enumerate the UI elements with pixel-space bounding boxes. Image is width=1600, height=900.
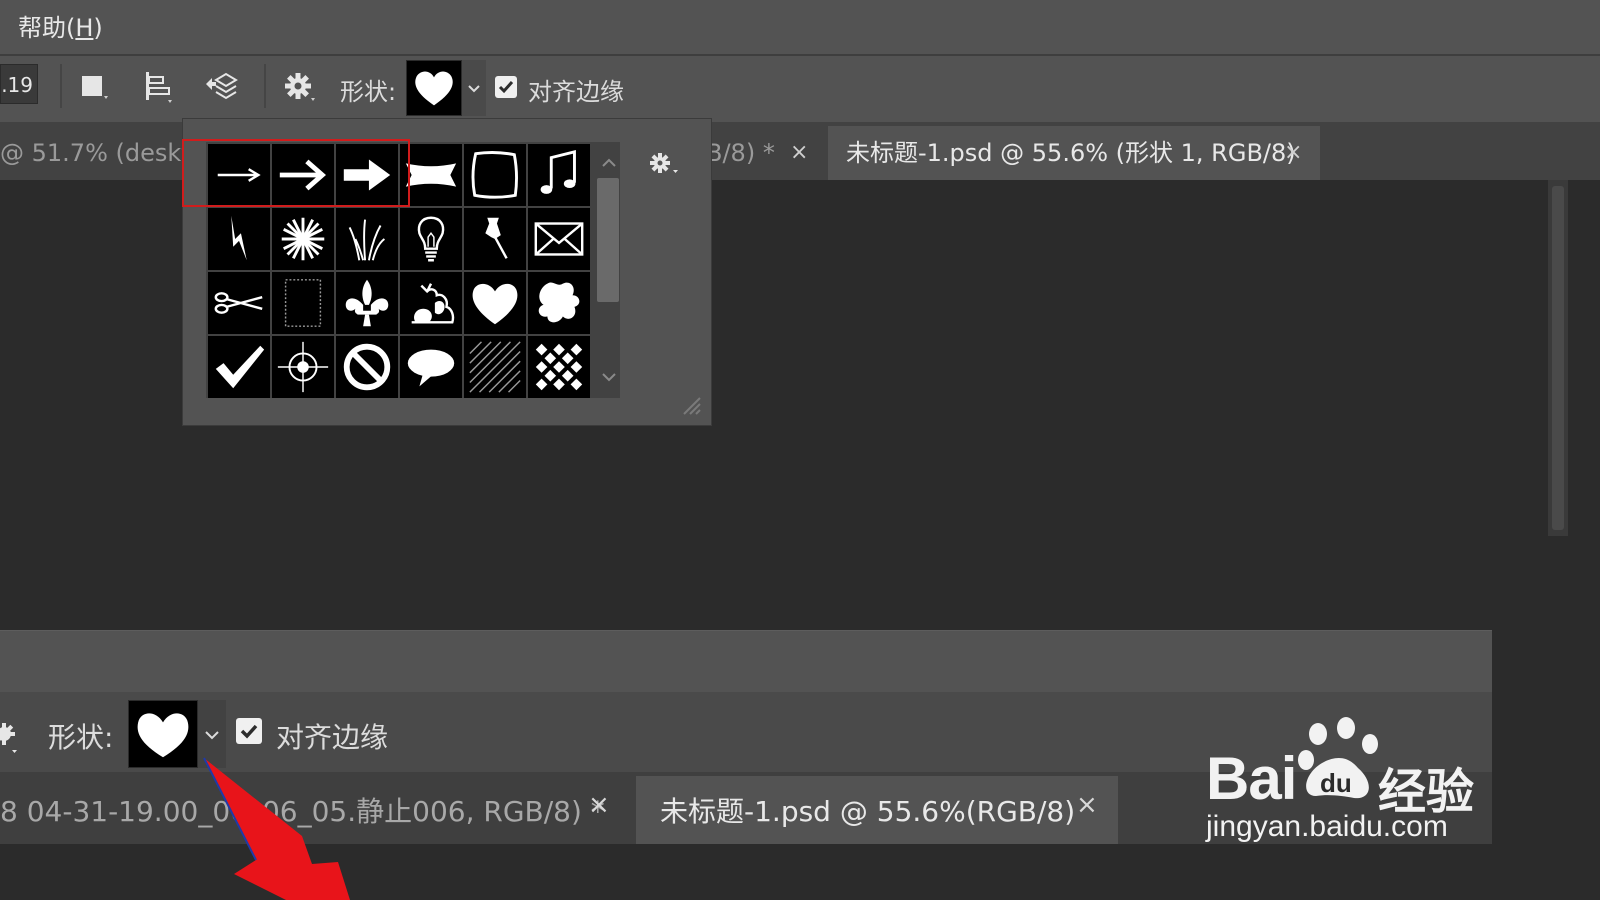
check-icon [240, 724, 258, 739]
shape-fleur-de-lis[interactable] [336, 272, 398, 334]
shape-dropdown-button[interactable] [462, 60, 486, 116]
lower-panel-header [0, 630, 1492, 693]
shape-grass[interactable] [336, 208, 398, 270]
watermark-url: jingyan.baidu.com [1206, 810, 1448, 843]
shape-frame[interactable] [464, 144, 526, 206]
baidu-paw-logo: du [1298, 717, 1378, 799]
shape-pushpin[interactable] [464, 208, 526, 270]
frame-icon [471, 151, 518, 199]
snail-icon [411, 283, 455, 324]
shape-light-bulb[interactable] [400, 208, 462, 270]
red-pointer-arrow-icon [203, 757, 350, 900]
tab-close-icon[interactable]: × [790, 126, 808, 180]
fleur-de-lis-icon [345, 279, 389, 327]
shape-starburst[interactable] [272, 208, 334, 270]
toolbar-divider [60, 64, 62, 108]
scrollbar-thumb[interactable] [1552, 186, 1564, 530]
shape-no-sign[interactable] [336, 336, 398, 398]
scissors-icon [214, 292, 263, 314]
shape-dotted-frame[interactable] [272, 272, 334, 334]
menu-bar [0, 0, 1600, 56]
pushpin-icon [485, 217, 508, 259]
starburst-icon [281, 217, 325, 261]
puzzle-blob-icon [538, 282, 580, 323]
shape-checkerboard[interactable] [528, 336, 590, 398]
grass-icon [348, 219, 386, 261]
checkmark-icon [215, 345, 265, 389]
path-alignment-icon[interactable] [138, 66, 178, 106]
shape-puzzle-blob[interactable] [528, 272, 590, 334]
resize-grip-icon[interactable] [678, 392, 702, 416]
shape-speech-bubble[interactable] [400, 336, 462, 398]
toolbar-divider [264, 64, 266, 108]
shape-diagonal-lines[interactable] [464, 336, 526, 398]
menu-help[interactable]: 帮助(H) [18, 8, 103, 43]
path-arrangement-icon[interactable] [202, 66, 242, 106]
picker-settings-gear-icon[interactable] [647, 148, 681, 178]
banner-icon [405, 163, 457, 187]
shape-label: 形状: [340, 78, 397, 106]
shape-crosshair-target[interactable] [272, 336, 334, 398]
lower-shape-preview[interactable] [128, 700, 198, 768]
light-bulb-icon [417, 216, 445, 262]
path-operations-icon[interactable] [74, 66, 114, 106]
shape-checkmark[interactable] [208, 336, 270, 398]
shape-music-note[interactable] [528, 144, 590, 206]
shape-scissors[interactable] [208, 272, 270, 334]
tab-desktop[interactable]: @ 51.7% (desktop [0, 126, 221, 180]
dotted-frame-icon [284, 279, 322, 327]
chevron-down-icon [468, 85, 480, 93]
shape-grid-scroll-thumb[interactable] [597, 178, 619, 302]
lower-shape-label: 形状: [48, 721, 114, 754]
watermark-du: du [1320, 768, 1352, 798]
align-edges-checkbox[interactable] [495, 76, 517, 98]
music-note-icon [540, 149, 576, 194]
tab-close-icon[interactable]: × [1284, 126, 1302, 180]
lower-right-edge [1492, 630, 1600, 900]
lower-align-edges-checkbox[interactable] [236, 718, 262, 744]
checkerboard-icon [535, 343, 583, 391]
check-icon [498, 81, 514, 94]
heart-shape-icon [415, 71, 453, 106]
tab-untitled-active[interactable]: 未标题-1.psd @ 55.6% (形状 1, RGB/8) × [828, 126, 1320, 180]
tab-close-icon[interactable]: × [1076, 790, 1098, 820]
lower-tab-untitled-active[interactable]: 未标题-1.psd @ 55.6%(RGB/8) × [636, 776, 1118, 844]
shape-preview[interactable] [406, 60, 462, 116]
lightning-icon [231, 215, 247, 261]
shape-envelope[interactable] [528, 208, 590, 270]
diagonal-lines-icon [469, 341, 521, 393]
shape-heart[interactable] [464, 272, 526, 334]
align-edges-label: 对齐边缘 [528, 78, 624, 106]
envelope-icon [534, 222, 584, 256]
heart-icon [472, 283, 518, 325]
shape-lightning[interactable] [208, 208, 270, 270]
watermark-bai: Bai [1206, 745, 1297, 812]
tab-close-icon[interactable]: × [588, 790, 610, 820]
shape-snail[interactable] [400, 272, 462, 334]
gear-icon[interactable] [280, 66, 320, 106]
arrow-row-highlight [182, 139, 410, 207]
tab-rgb[interactable]: B/8) * × [706, 126, 826, 180]
no-sign-icon [343, 343, 391, 391]
crosshair-target-icon [277, 341, 329, 393]
size-input[interactable]: .19 [0, 64, 38, 104]
speech-bubble-icon [407, 349, 455, 387]
heart-shape-icon [137, 713, 189, 758]
gear-icon[interactable] [0, 716, 24, 756]
